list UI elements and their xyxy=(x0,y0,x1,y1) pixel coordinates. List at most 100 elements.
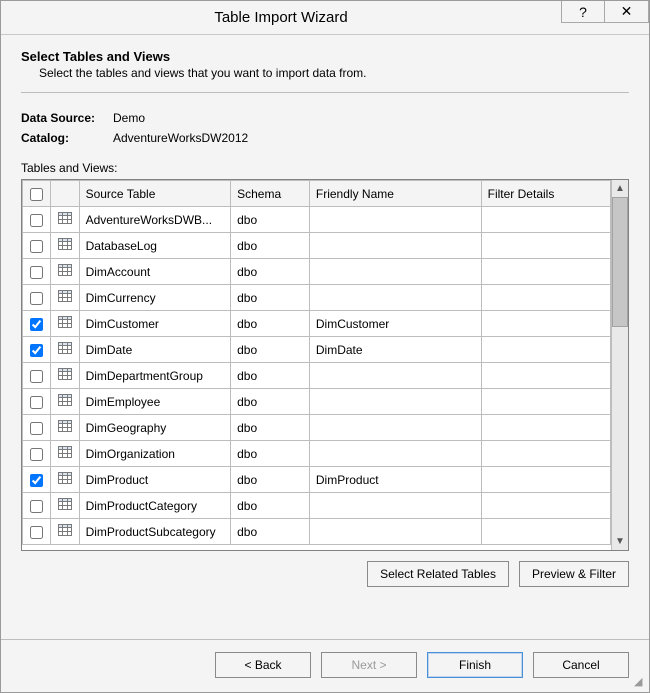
row-source: DimDepartmentGroup xyxy=(79,363,231,389)
row-checkbox-cell[interactable] xyxy=(23,311,51,337)
row-type-icon-cell xyxy=(51,389,79,415)
row-friendly xyxy=(309,207,481,233)
resize-grip-icon[interactable]: ◢ xyxy=(634,677,646,689)
row-checkbox-cell[interactable] xyxy=(23,493,51,519)
row-type-icon-cell xyxy=(51,259,79,285)
row-schema: dbo xyxy=(231,415,310,441)
row-checkbox[interactable] xyxy=(30,266,43,279)
grid-actions: Select Related Tables Preview & Filter xyxy=(21,561,629,587)
row-filter xyxy=(481,415,610,441)
table-row[interactable]: DimDepartmentGroup dbo xyxy=(23,363,611,389)
row-schema: dbo xyxy=(231,389,310,415)
cancel-button[interactable]: Cancel xyxy=(533,652,629,678)
data-source-label: Data Source: xyxy=(21,111,113,125)
row-checkbox[interactable] xyxy=(30,500,43,513)
row-checkbox[interactable] xyxy=(30,396,43,409)
row-source: DimCurrency xyxy=(79,285,231,311)
row-checkbox-cell[interactable] xyxy=(23,259,51,285)
select-related-tables-button[interactable]: Select Related Tables xyxy=(367,561,509,587)
table-icon xyxy=(58,420,72,432)
scroll-down-arrow-icon[interactable]: ▼ xyxy=(612,533,628,550)
table-row[interactable]: DimProduct dbo DimProduct xyxy=(23,467,611,493)
row-checkbox-cell[interactable] xyxy=(23,337,51,363)
table-row[interactable]: DimProductCategory dbo xyxy=(23,493,611,519)
table-icon xyxy=(58,446,72,458)
row-checkbox-cell[interactable] xyxy=(23,389,51,415)
row-friendly xyxy=(309,441,481,467)
row-filter xyxy=(481,337,610,363)
select-all-checkbox[interactable] xyxy=(30,188,43,201)
row-checkbox[interactable] xyxy=(30,422,43,435)
scroll-thumb[interactable] xyxy=(612,197,628,327)
row-checkbox-cell[interactable] xyxy=(23,207,51,233)
row-schema: dbo xyxy=(231,337,310,363)
header-select-all[interactable] xyxy=(23,181,51,207)
header-schema[interactable]: Schema xyxy=(231,181,310,207)
row-checkbox-cell[interactable] xyxy=(23,285,51,311)
row-checkbox-cell[interactable] xyxy=(23,233,51,259)
table-row[interactable]: AdventureWorksDWB... dbo xyxy=(23,207,611,233)
table-row[interactable]: DimOrganization dbo xyxy=(23,441,611,467)
table-icon xyxy=(58,212,72,224)
window-controls: ? ✕ xyxy=(561,1,649,34)
row-schema: dbo xyxy=(231,233,310,259)
header-filter[interactable]: Filter Details xyxy=(481,181,610,207)
row-filter xyxy=(481,493,610,519)
table-row[interactable]: DimCurrency dbo xyxy=(23,285,611,311)
table-row[interactable]: DatabaseLog dbo xyxy=(23,233,611,259)
header-source[interactable]: Source Table xyxy=(79,181,231,207)
table-row[interactable]: DimProductSubcategory dbo xyxy=(23,519,611,545)
row-checkbox[interactable] xyxy=(30,292,43,305)
row-checkbox[interactable] xyxy=(30,318,43,331)
scroll-up-arrow-icon[interactable]: ▲ xyxy=(612,180,628,197)
help-button[interactable]: ? xyxy=(561,1,605,23)
row-checkbox[interactable] xyxy=(30,448,43,461)
row-checkbox-cell[interactable] xyxy=(23,467,51,493)
tables-table: Source Table Schema Friendly Name Filter… xyxy=(22,180,611,545)
row-schema: dbo xyxy=(231,207,310,233)
row-checkbox[interactable] xyxy=(30,370,43,383)
table-icon xyxy=(58,368,72,380)
next-button: Next > xyxy=(321,652,417,678)
table-icon xyxy=(58,498,72,510)
row-schema: dbo xyxy=(231,259,310,285)
row-filter xyxy=(481,259,610,285)
row-checkbox[interactable] xyxy=(30,344,43,357)
header-friendly[interactable]: Friendly Name xyxy=(309,181,481,207)
vertical-scrollbar[interactable]: ▲ ▼ xyxy=(611,180,628,550)
row-filter xyxy=(481,441,610,467)
row-type-icon-cell xyxy=(51,493,79,519)
row-schema: dbo xyxy=(231,441,310,467)
back-button[interactable]: < Back xyxy=(215,652,311,678)
table-icon xyxy=(58,342,72,354)
page-heading: Select Tables and Views xyxy=(21,49,629,64)
table-row[interactable]: DimCustomer dbo DimCustomer xyxy=(23,311,611,337)
table-row[interactable]: DimGeography dbo xyxy=(23,415,611,441)
table-row[interactable]: DimDate dbo DimDate xyxy=(23,337,611,363)
row-checkbox-cell[interactable] xyxy=(23,441,51,467)
row-checkbox[interactable] xyxy=(30,526,43,539)
tables-grid: Source Table Schema Friendly Name Filter… xyxy=(21,179,629,551)
row-checkbox-cell[interactable] xyxy=(23,363,51,389)
table-row[interactable]: DimAccount dbo xyxy=(23,259,611,285)
table-icon xyxy=(58,472,72,484)
row-checkbox-cell[interactable] xyxy=(23,519,51,545)
data-source-value: Demo xyxy=(113,111,145,125)
row-friendly xyxy=(309,363,481,389)
table-row[interactable]: DimEmployee dbo xyxy=(23,389,611,415)
header-type-icon xyxy=(51,181,79,207)
close-button[interactable]: ✕ xyxy=(605,1,649,23)
finish-button[interactable]: Finish xyxy=(427,652,523,678)
window-title: Table Import Wizard xyxy=(1,9,561,26)
row-checkbox[interactable] xyxy=(30,474,43,487)
wizard-footer: < Back Next > Finish Cancel ◢ xyxy=(1,639,649,692)
row-source: DimAccount xyxy=(79,259,231,285)
table-header-row: Source Table Schema Friendly Name Filter… xyxy=(23,181,611,207)
row-type-icon-cell xyxy=(51,233,79,259)
preview-and-filter-button[interactable]: Preview & Filter xyxy=(519,561,629,587)
divider xyxy=(21,92,629,93)
row-checkbox-cell[interactable] xyxy=(23,415,51,441)
row-checkbox[interactable] xyxy=(30,240,43,253)
row-checkbox[interactable] xyxy=(30,214,43,227)
row-friendly xyxy=(309,493,481,519)
